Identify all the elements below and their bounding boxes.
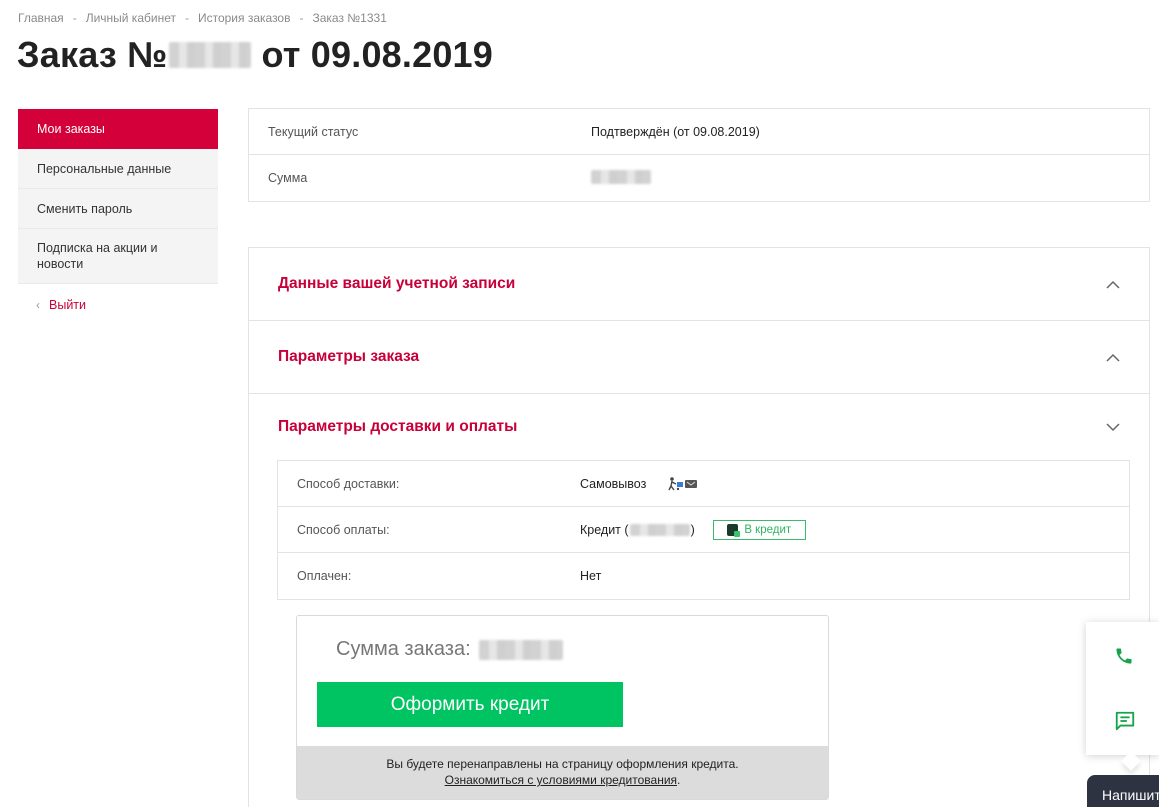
status-row-sum: Сумма [249,155,1149,201]
accordion-header-delivery-payment[interactable]: Параметры доставки и оплаты [249,394,1149,460]
param-row-paid: Оплачен: Нет [278,553,1129,599]
order-sum-label: Сумма заказа: [336,638,471,660]
param-value: Кредит ( ) В кредит [580,519,806,540]
param-value: Самовывоз [580,477,698,491]
param-label: Оплачен: [297,569,352,583]
param-row-payment: Способ оплаты: Кредит ( ) В кредит [278,507,1129,553]
param-label: Способ доставки: [297,476,400,491]
sum-value [591,169,651,187]
breadcrumb-account[interactable]: Личный кабинет [86,11,176,25]
credit-badge[interactable]: В кредит [712,519,806,540]
redirect-note: Вы будете перенаправлены на страницу офо… [386,757,739,771]
logout-link[interactable]: ‹ Выйти [18,298,218,312]
breadcrumb-order-history[interactable]: История заказов [198,11,291,25]
sum-label: Сумма [268,171,308,185]
sidebar-item-personal-data[interactable]: Персональные данные [18,149,218,189]
credit-terms-period: . [677,773,681,787]
sidebar-item-label: Персональные данные [37,161,172,176]
param-label: Способ оплаты: [297,522,390,537]
sidebar-item-my-orders[interactable]: Мои заказы [18,109,218,149]
delivery-method: Самовывоз [580,476,647,491]
redacted-sum [591,169,651,184]
sidebar-item-label: Подписка на акции и новости [37,241,158,271]
order-details-accordion: Данные вашей учетной записи Параметры за… [248,247,1150,807]
page-title: Заказ № от 09.08.2019 [17,34,493,76]
payment-method-suffix: ) [690,522,695,537]
accordion-title: Параметры заказа [278,348,420,365]
credit-terms-link[interactable]: Ознакомиться с условиями кредитования [445,773,677,787]
status-value: Подтверждён (от 09.08.2019) [591,124,760,139]
account-sidebar: Мои заказы Персональные данные Сменить п… [18,109,218,312]
sidebar-item-subscription[interactable]: Подписка на акции и новости [18,229,218,284]
delivery-payment-table: Способ доставки: Самовывоз Способ оплаты… [277,460,1130,600]
sidebar-item-change-password[interactable]: Сменить пароль [18,189,218,229]
breadcrumb-current-order: Заказ №1331 [312,11,387,25]
apply-credit-button[interactable]: Оформить кредит [317,682,623,727]
chevron-down-icon[interactable] [1105,419,1121,435]
status-row-current: Текущий статус Подтверждён (от 09.08.201… [249,109,1149,155]
order-status-box: Текущий статус Подтверждён (от 09.08.201… [248,108,1150,202]
sidebar-item-label: Мои заказы [37,122,105,136]
breadcrumb-home[interactable]: Главная [18,11,64,25]
breadcrumb: Главная - Личный кабинет - История заказ… [18,11,387,25]
chat-icon[interactable] [1114,710,1136,737]
breadcrumb-separator: - [299,11,304,25]
pickup-delivery-icon [668,476,698,491]
credit-terms: Ознакомиться с условиями кредитования. [297,772,828,788]
chevron-left-icon: ‹ [36,298,40,312]
chevron-up-icon[interactable] [1105,349,1121,365]
payment-method-prefix: Кредит ( [580,522,629,537]
status-label: Текущий статус [268,124,359,139]
credit-widget-body: Сумма заказа: Оформить кредит [297,616,828,746]
accordion-header-account-data[interactable]: Данные вашей учетной записи [249,248,1149,321]
redacted-credit-info [629,523,690,536]
chat-tab[interactable]: Напишит [1087,775,1159,807]
breadcrumb-separator: - [184,11,189,25]
breadcrumb-separator: - [72,11,77,25]
param-row-delivery: Способ доставки: Самовывоз [278,461,1129,507]
order-sum: Сумма заказа: [336,638,563,661]
paid-value: Нет [580,569,602,583]
accordion-title: Данные вашей учетной записи [278,275,516,292]
credit-widget: Сумма заказа: Оформить кредит Вы будете … [296,615,829,800]
credit-badge-label: В кредит [744,523,792,536]
accordion-header-order-params[interactable]: Параметры заказа [249,321,1149,394]
redacted-order-sum [478,639,563,660]
sidebar-item-label: Сменить пароль [37,201,133,216]
credit-logo-icon [727,523,741,537]
credit-widget-footer: Вы будете перенаправлены на страницу офо… [297,746,828,799]
accordion-title: Параметры доставки и оплаты [278,418,518,435]
page-title-suffix: от 09.08.2019 [261,34,493,75]
logout-label: Выйти [49,298,87,312]
page-title-prefix: Заказ № [17,34,168,75]
phone-icon[interactable] [1114,646,1134,671]
chevron-up-icon[interactable] [1105,276,1121,292]
redacted-order-number [169,42,252,68]
contact-widget [1086,622,1159,755]
